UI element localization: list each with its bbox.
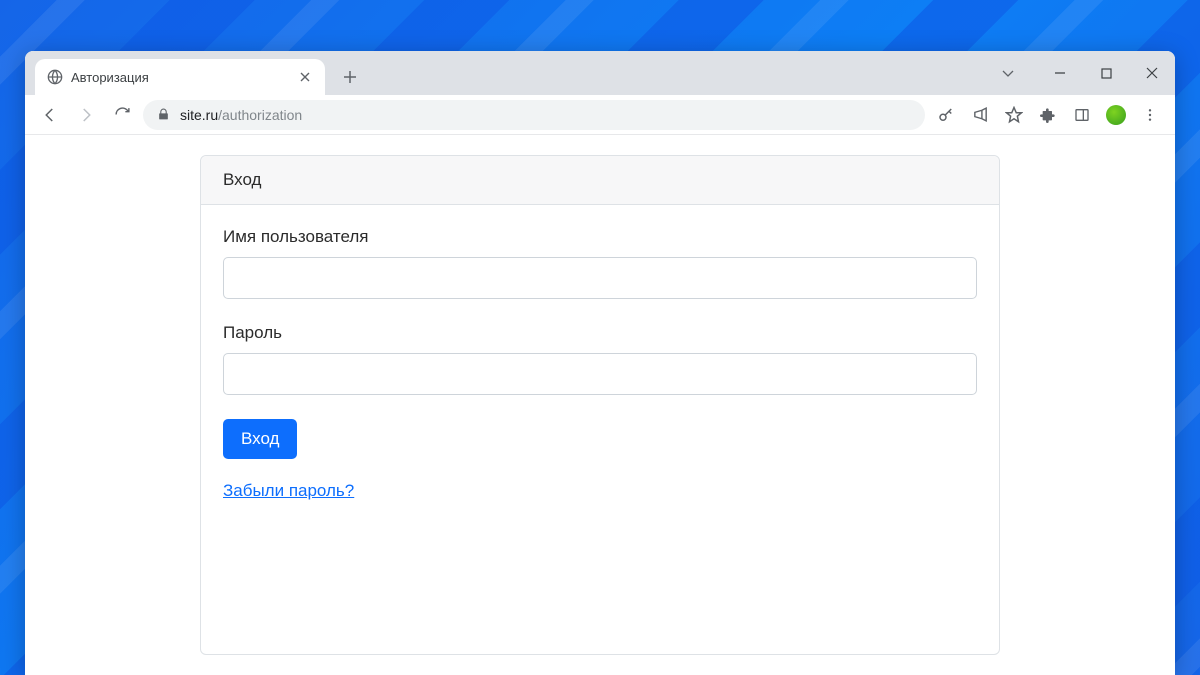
username-label: Имя пользователя [223,227,977,247]
login-card: Вход Имя пользователя Пароль Вход Забыли… [200,155,1000,655]
forward-button[interactable] [71,100,101,130]
toolbar-right-icons [931,100,1165,130]
new-tab-button[interactable] [335,62,365,92]
page-content: Вход Имя пользователя Пароль Вход Забыли… [25,135,1175,675]
sidepanel-icon[interactable] [1067,100,1097,130]
card-header: Вход [201,156,999,205]
back-button[interactable] [35,100,65,130]
browser-tab[interactable]: Авторизация [35,59,325,95]
tab-strip: Авторизация [25,51,1175,95]
url-text: site.ru/authorization [180,107,302,123]
password-input[interactable] [223,353,977,395]
username-input[interactable] [223,257,977,299]
reload-button[interactable] [107,100,137,130]
url-host: site.ru [180,107,218,123]
menu-icon[interactable] [1135,100,1165,130]
window-close-button[interactable] [1129,57,1175,89]
chevron-down-icon[interactable] [985,57,1031,89]
globe-icon [47,69,63,85]
share-icon[interactable] [965,100,995,130]
lock-icon [157,108,170,121]
star-icon[interactable] [999,100,1029,130]
tab-close-button[interactable] [297,69,313,85]
window-maximize-button[interactable] [1083,57,1129,89]
profile-extension-icon[interactable] [1101,100,1131,130]
browser-toolbar: site.ru/authorization [25,95,1175,135]
tab-title: Авторизация [71,70,289,85]
password-label: Пароль [223,323,977,343]
extensions-icon[interactable] [1033,100,1063,130]
submit-button[interactable]: Вход [223,419,297,459]
window-controls [985,51,1175,95]
browser-window: Авторизация [25,51,1175,675]
key-icon[interactable] [931,100,961,130]
address-bar[interactable]: site.ru/authorization [143,100,925,130]
card-body: Имя пользователя Пароль Вход Забыли паро… [201,205,999,523]
url-path: /authorization [218,107,302,123]
window-minimize-button[interactable] [1037,57,1083,89]
forgot-password-link[interactable]: Забыли пароль? [223,481,354,501]
